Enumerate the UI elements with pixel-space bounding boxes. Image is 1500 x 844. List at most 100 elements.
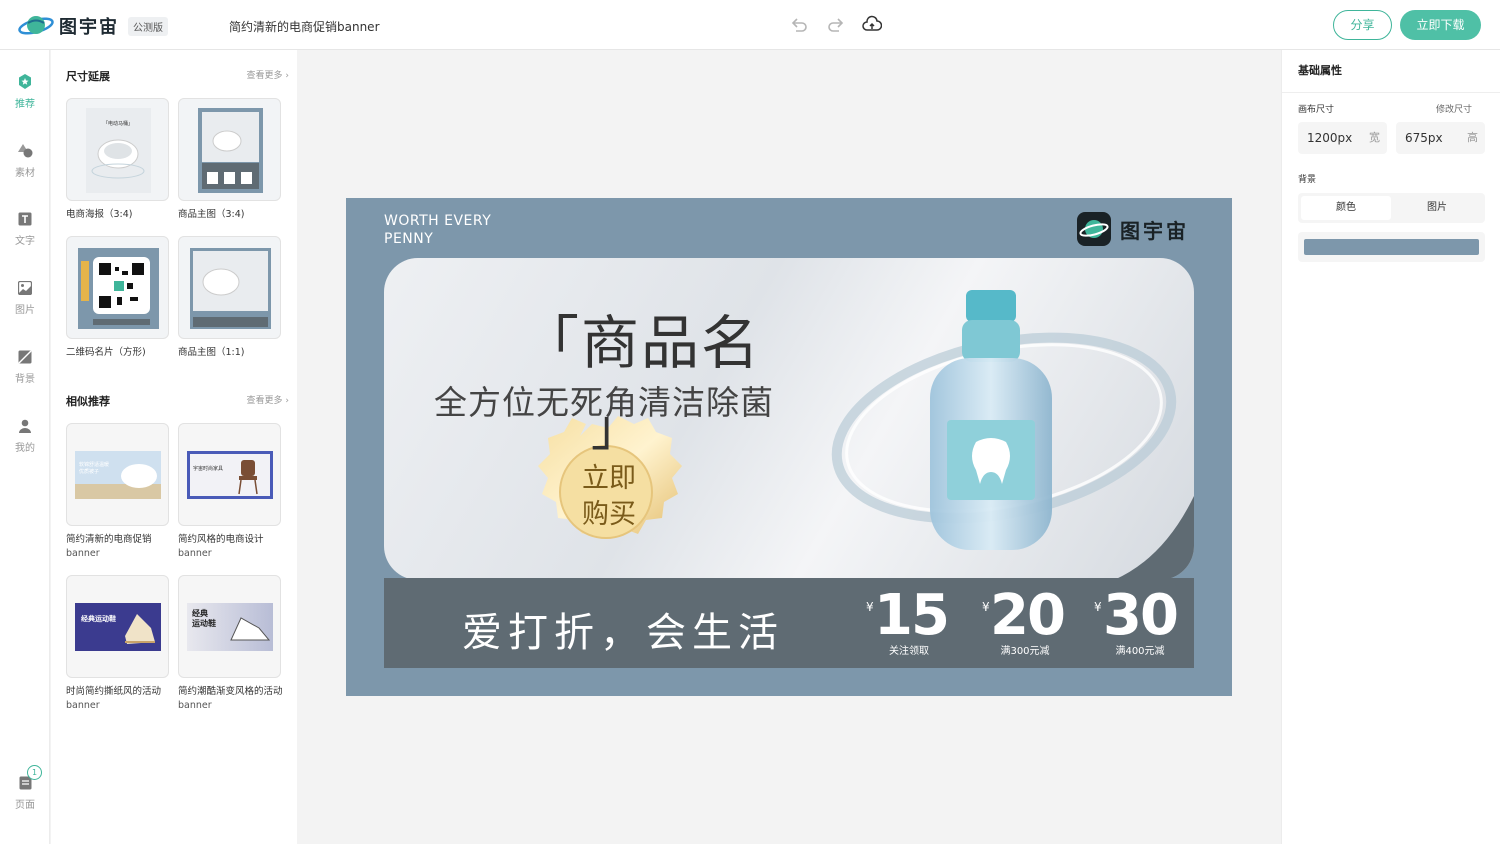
card-label: 简约清新的电商促销 banner [66,533,176,561]
card-subtitle: banner [66,548,100,559]
toilet-product-thumbnail [198,108,263,193]
similar-more-link[interactable]: 查看更多 › [247,393,289,406]
banner-brand[interactable]: 图宇宙 [1120,215,1189,244]
planet-icon [1079,220,1109,238]
svg-text:「电动马桶」: 「电动马桶」 [103,120,133,127]
toilet-square-thumbnail [190,248,271,329]
toilet-poster-thumbnail: 「电动马桶」 [86,108,151,193]
background-color-swatch[interactable] [1304,239,1479,255]
svg-text:宇宙时尚家具: 宇宙时尚家具 [193,465,223,472]
redo-icon[interactable] [826,15,846,35]
size-more-link[interactable]: 查看更多 › [247,68,289,81]
card-title: 简约风格的电商设计 [178,534,264,545]
template-card[interactable]: 宇宙时尚家具 [178,423,281,526]
download-button[interactable]: 立即下载 [1400,10,1481,40]
card-title: 时尚简约撕纸风的活动 [66,686,162,697]
divider [1282,92,1500,93]
banner-tagline[interactable]: WORTH EVERY PENNY [384,212,491,248]
resize-link[interactable]: 修改尺寸 [1436,102,1472,115]
coupon[interactable]: ¥ 20 满300元减 [982,583,1066,658]
qr-card-thumbnail [78,248,159,329]
rail-item-background[interactable]: 背景 [0,350,50,385]
card-title: 商品主图（3:4) [178,209,245,220]
template-card[interactable]: 「电动马桶」 [66,98,169,201]
promo-slogan[interactable]: 爱打折，会生活 [462,600,784,658]
template-card[interactable] [178,236,281,339]
card-subtitle: banner [178,700,212,711]
rail-label: 素材 [15,168,35,179]
size-section-title: 尺寸延展 [66,70,110,83]
rail-label: 页面 [15,800,35,811]
banner-logo-icon[interactable] [1077,212,1111,246]
width-value: 1200px [1307,131,1353,145]
card-title: 二维码名片（方形) [66,347,146,358]
shapes-icon [18,144,33,158]
template-card[interactable]: 软锦舒适温暖 优质被子 [66,423,169,526]
rail-item-mine[interactable]: 我的 [0,419,50,454]
planet-logo-icon[interactable] [18,12,54,38]
card-title: 商品主图（1:1) [178,347,245,358]
tab-image[interactable]: 图片 [1392,196,1482,220]
buy-now-badge[interactable]: 立即 购买 [574,461,644,533]
card-subtitle: banner [178,548,212,559]
badge-line: 购买 [582,499,636,530]
product-title[interactable]: 「商品名 [521,296,761,380]
gradient-sneaker-thumbnail: 经典 运动鞋 [187,603,273,651]
coupon-amount: 20 [990,583,1066,648]
chair-banner-thumbnail: 宇宙时尚家具 [187,451,273,499]
undo-icon[interactable] [789,15,809,35]
coupon-currency: ¥ [866,600,874,614]
similar-section-title: 相似推荐 [66,395,110,408]
coupon[interactable]: ¥ 15 关注领取 [866,583,950,658]
cloud-upload-icon[interactable] [862,15,882,35]
rail-label: 我的 [15,443,35,454]
user-icon [19,419,31,433]
rail-item-elements[interactable]: 素材 [0,143,50,179]
svg-text:经典运动鞋: 经典运动鞋 [81,614,116,623]
width-field[interactable]: 1200px 宽 [1298,122,1387,154]
template-card[interactable] [178,98,281,201]
app-brand: 图宇宙 [59,17,119,38]
document-title[interactable]: 简约清新的电商促销banner [229,18,380,35]
coupon-amount: 15 [874,583,950,648]
tab-color[interactable]: 颜色 [1301,196,1391,220]
card-label: 简约潮酷渐变风格的活动 banner [178,685,288,713]
svg-text:运动鞋: 运动鞋 [192,618,216,628]
coupon[interactable]: ¥ 30 满400元减 [1094,586,1179,658]
card-subtitle: banner [66,700,100,711]
text-icon [18,212,32,226]
hero-panel[interactable]: 「商品名 全方位无死角清洁除菌 」 立即 购买 [384,258,1194,580]
rail-item-pages[interactable]: 页面 [0,776,50,811]
coupon-caption: 满300元减 [1000,646,1050,657]
card-title: 简约清新的电商促销 [66,534,152,545]
background-label: 背景 [1298,175,1317,185]
width-unit: 宽 [1369,131,1380,144]
svg-text:软锦舒适温暖: 软锦舒适温暖 [79,461,109,468]
rail-label: 文字 [15,236,35,247]
rail-item-images[interactable]: 图片 [0,281,50,316]
card-label: 二维码名片（方形) [66,346,176,360]
rail-label: 推荐 [15,99,35,110]
height-value: 675px [1405,131,1443,145]
star-icon [19,74,31,89]
background-icon [18,350,32,364]
share-button[interactable]: 分享 [1333,10,1392,40]
rail-item-recommend[interactable]: 推荐 [0,74,50,110]
design-canvas[interactable]: WORTH EVERY PENNY 图宇宙 「商品名 全方位无死角清洁除菌 」 … [346,198,1232,696]
pages-count-badge: 1 [27,765,42,780]
promo-bar[interactable]: 爱打折，会生活 ¥ 15 关注领取 ¥ 20 满300元减 ¥ 30 满400元… [384,578,1194,668]
card-label: 时尚简约撕纸风的活动 banner [66,685,176,713]
card-label: 简约风格的电商设计 banner [178,533,288,561]
template-card[interactable] [66,236,169,339]
rail-label: 背景 [15,374,35,385]
template-card[interactable]: 经典 运动鞋 [178,575,281,678]
card-title: 电商海报（3:4) [66,209,133,220]
color-swatch-field [1298,232,1485,262]
template-card[interactable]: 经典运动鞋 [66,575,169,678]
rail-item-text[interactable]: 文字 [0,212,50,247]
height-field[interactable]: 675px 高 [1396,122,1485,154]
card-title: 简约潮酷渐变风格的活动 [178,686,283,697]
more-label: 查看更多 [246,396,283,406]
more-label: 查看更多 [246,71,283,81]
card-label: 商品主图（3:4) [178,208,288,222]
